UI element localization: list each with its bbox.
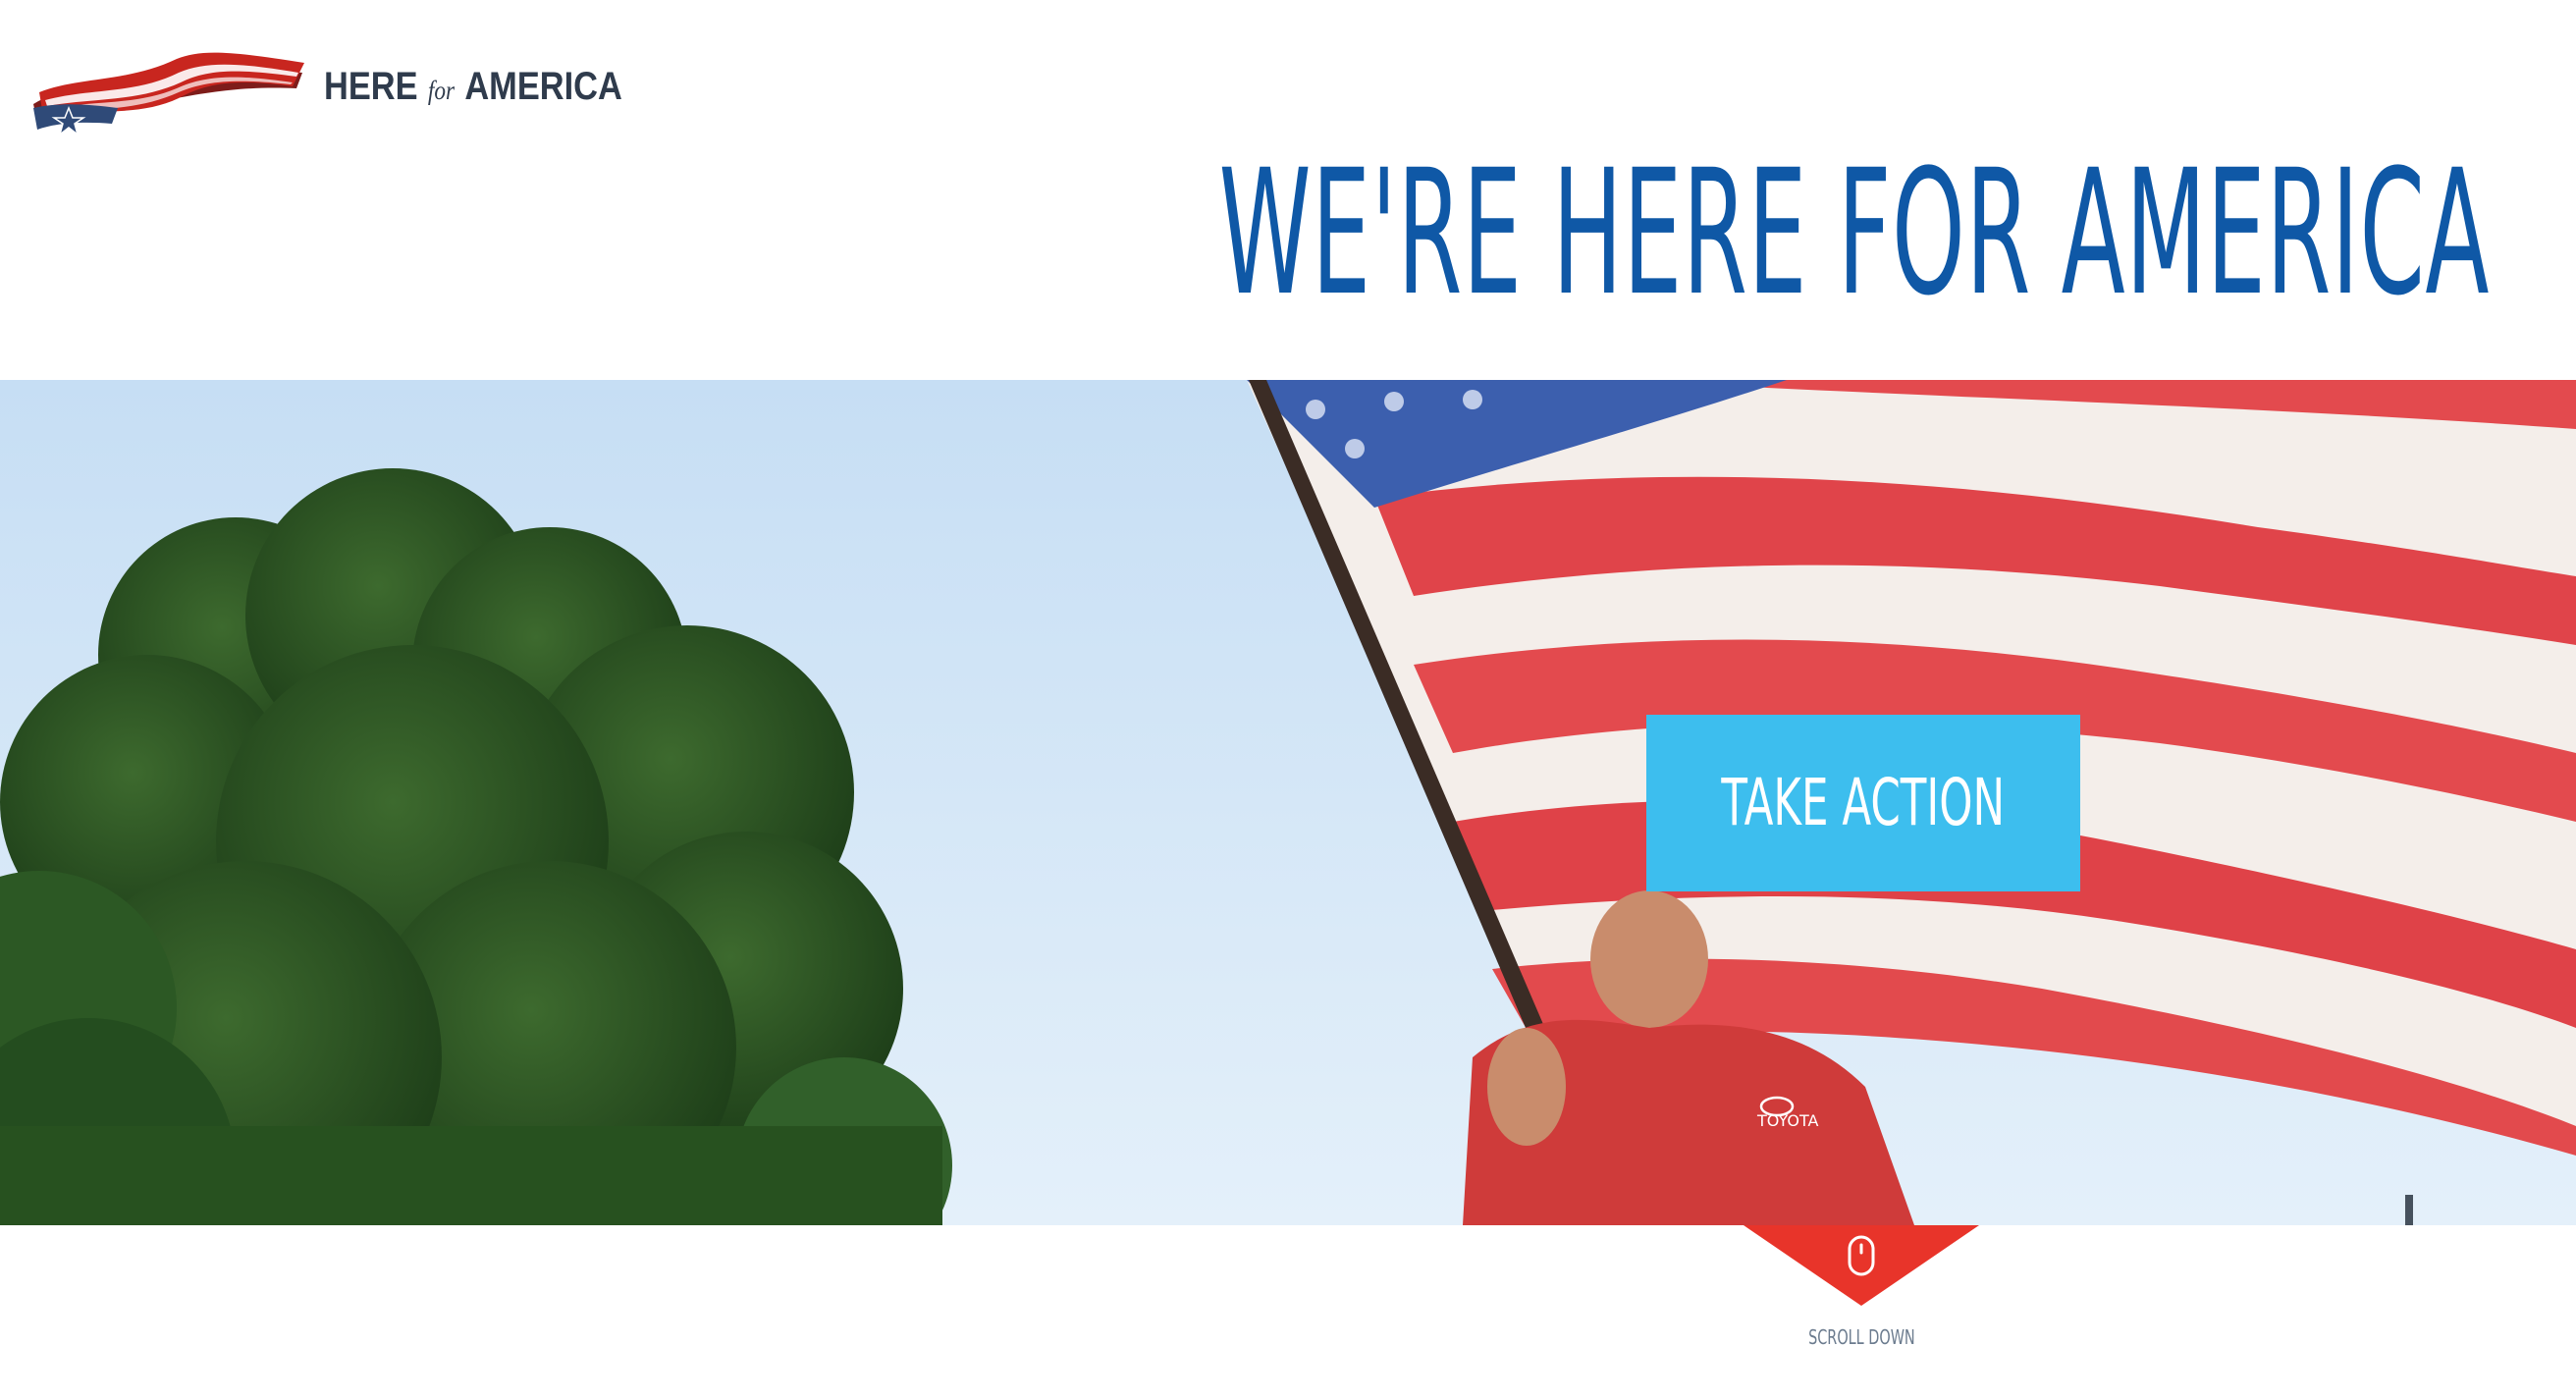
scroll-down-triangle	[1744, 1225, 1979, 1306]
take-action-button[interactable]: TAKE ACTION	[1646, 715, 2080, 891]
logo-here-text: HERE	[324, 65, 418, 108]
logo-for-text: for	[427, 76, 456, 105]
hero-banner: TOYOTA TAKE ACTION	[0, 380, 2576, 1225]
take-action-label: TAKE ACTION	[1721, 765, 2006, 840]
logo-wordmark: HERE for AMERICA	[324, 65, 622, 114]
page: HERE for AMERICA WE'RE HERE FOR AMERICA	[0, 0, 2576, 1400]
scroll-down-label: SCROLL DOWN	[1807, 1325, 1915, 1349]
hero-photo-flag-bearer: TOYOTA	[0, 380, 2576, 1225]
here-for-america-logo[interactable]: HERE for AMERICA	[29, 43, 622, 141]
flag-ribbon-star-icon	[33, 52, 304, 136]
logo-america-text: AMERICA	[464, 65, 622, 108]
page-title: WE'RE HERE FOR AMERICA	[1218, 133, 2490, 334]
